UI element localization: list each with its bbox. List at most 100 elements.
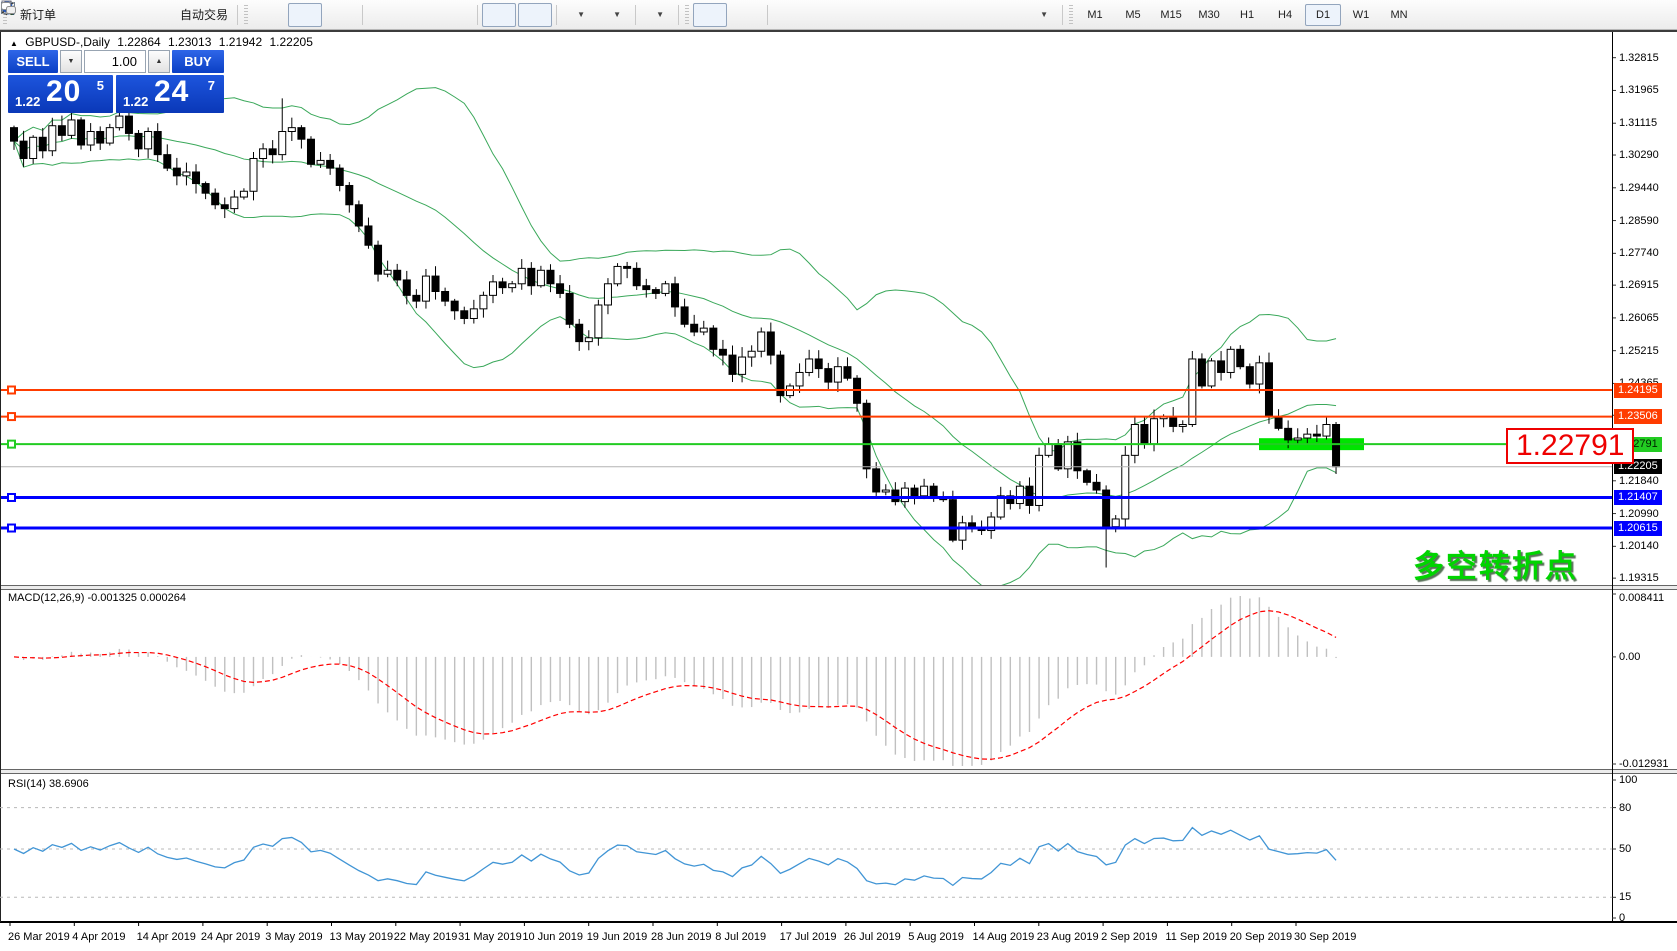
volume-decrease-button[interactable]: ▼ <box>60 50 82 73</box>
hline-price-badge[interactable]: 1.21407 <box>1614 490 1662 505</box>
rsi-axis-tick: 80 <box>1619 802 1631 814</box>
line-chart-button[interactable] <box>324 3 358 27</box>
mt4-terminal: 新订单 自动交易 ▼ ▼ ▼ E F A T ▼ <box>0 0 1677 951</box>
arrows-button[interactable]: ▼ <box>1024 3 1058 27</box>
ohlc-low: 1.21942 <box>219 35 262 49</box>
collapse-icon[interactable]: ▲ <box>10 39 18 48</box>
date-axis-label: 22 May 2019 <box>394 931 458 943</box>
macd-axis-tick: 0.008411 <box>1619 592 1664 604</box>
text-button[interactable]: A <box>952 3 986 27</box>
price-axis-tick: 1.30290 <box>1619 149 1659 161</box>
date-axis-label: 8 Jul 2019 <box>715 931 766 943</box>
price-axis-tick: 1.20140 <box>1619 540 1659 552</box>
search-button[interactable] <box>1599 3 1633 27</box>
templates-button[interactable]: ▼ <box>640 3 674 27</box>
price-callout-label[interactable]: 1.22791 <box>1506 428 1634 464</box>
separator <box>362 5 363 25</box>
price-axis-tick: 1.29440 <box>1619 182 1659 194</box>
chinese-annotation-text[interactable]: 多空转折点 <box>1413 541 1578 586</box>
zoom-out-button[interactable] <box>403 3 437 27</box>
macd-indicator-label: MACD(12,26,9) -0.001325 0.000264 <box>8 592 186 604</box>
zoom-in-button[interactable] <box>367 3 401 27</box>
date-axis-label: 14 Apr 2019 <box>137 931 196 943</box>
rsi-indicator-label: RSI(14) 38.6906 <box>8 778 89 790</box>
price-axis-tick: 1.27740 <box>1619 247 1659 259</box>
ohlc-high: 1.23013 <box>168 35 211 49</box>
bar-chart-button[interactable] <box>252 3 286 27</box>
timeframe-button-h1[interactable]: H1 <box>1229 4 1265 26</box>
timeframe-button-w1[interactable]: W1 <box>1343 4 1379 26</box>
sell-price-box[interactable]: 1.22 20 5 <box>8 75 113 113</box>
price-axis-tick: 1.31115 <box>1619 117 1657 129</box>
rsi-axis-tick: 50 <box>1619 843 1631 855</box>
trendline-button[interactable] <box>844 3 878 27</box>
line-anchor[interactable] <box>8 525 15 532</box>
crosshair-button[interactable] <box>729 3 763 27</box>
toolbar-grip[interactable] <box>685 5 689 25</box>
toolbar-grip[interactable] <box>244 5 248 25</box>
price-axis-tick: 1.19315 <box>1619 572 1659 584</box>
candlestick-chart-button[interactable] <box>288 3 322 27</box>
macd-axis-tick: -0.012931 <box>1619 758 1669 770</box>
dropdown-arrow-icon: ▼ <box>1040 10 1048 19</box>
timeframe-button-m15[interactable]: M15 <box>1153 4 1189 26</box>
timeframe-button-m30[interactable]: M30 <box>1191 4 1227 26</box>
rsi-axis-tick: 0 <box>1619 912 1625 924</box>
date-axis-label: 3 May 2019 <box>265 931 322 943</box>
indicators-button[interactable]: ▼ <box>561 3 595 27</box>
horizontal-line-button[interactable] <box>808 3 842 27</box>
tile-windows-button[interactable] <box>439 3 473 27</box>
hline-price-badge[interactable]: 1.24195 <box>1614 383 1662 398</box>
one-click-trading-panel: SELL ▼ 1.00 ▲ BUY 1.22 20 5 1.22 24 7 <box>8 50 224 113</box>
chat-button[interactable] <box>1635 3 1669 27</box>
sell-price-big: 20 <box>46 75 81 109</box>
line-anchor[interactable] <box>8 494 15 501</box>
date-axis-label: 11 Sep 2019 <box>1165 931 1227 943</box>
periods-button[interactable]: ▼ <box>597 3 631 27</box>
date-axis-label: 17 Jul 2019 <box>780 931 837 943</box>
equidistant-channel-button[interactable]: E <box>880 3 914 27</box>
macd-signal-line <box>14 611 1336 760</box>
alerts-button[interactable] <box>135 3 169 27</box>
date-axis-label: 26 Jul 2019 <box>844 931 901 943</box>
price-axis-tick: 1.20990 <box>1619 508 1659 520</box>
buy-button[interactable]: BUY <box>172 50 224 73</box>
volume-input[interactable]: 1.00 <box>84 50 146 73</box>
separator <box>556 5 557 25</box>
sell-button[interactable]: SELL <box>8 50 58 73</box>
date-axis-label: 10 Jun 2019 <box>522 931 583 943</box>
hline-price-badge[interactable]: 1.20615 <box>1614 521 1662 536</box>
new-order-button[interactable]: 新订单 <box>11 3 61 27</box>
text-label-button[interactable]: T <box>988 3 1022 27</box>
buy-price-pip: 7 <box>208 78 215 93</box>
date-axis-label: 19 Jun 2019 <box>587 931 648 943</box>
chart-canvas[interactable] <box>0 0 1677 951</box>
fibonacci-button[interactable]: F <box>916 3 950 27</box>
volume-increase-button[interactable]: ▲ <box>148 50 170 73</box>
cursor-button[interactable] <box>693 3 727 27</box>
auto-scroll-button[interactable] <box>482 3 516 27</box>
toolbar-grip[interactable] <box>1069 5 1073 25</box>
charts-button[interactable] <box>99 3 133 27</box>
rsi-axis-tick: 15 <box>1619 891 1631 903</box>
separator <box>635 5 636 25</box>
timeframe-button-mn[interactable]: MN <box>1381 4 1417 26</box>
line-anchor[interactable] <box>8 413 15 420</box>
line-anchor[interactable] <box>8 441 15 448</box>
autotrading-button[interactable]: 自动交易 <box>171 3 233 27</box>
buy-price-box[interactable]: 1.22 24 7 <box>116 75 224 113</box>
buy-price-big: 24 <box>154 75 189 109</box>
timeframe-button-d1[interactable]: D1 <box>1305 4 1341 26</box>
separator <box>678 5 679 25</box>
dropdown-arrow-icon: ▼ <box>577 10 585 19</box>
chart-shift-button[interactable] <box>518 3 552 27</box>
timeframe-button-m5[interactable]: M5 <box>1115 4 1151 26</box>
line-anchor[interactable] <box>8 387 15 394</box>
timeframe-button-m1[interactable]: M1 <box>1077 4 1113 26</box>
hline-price-badge[interactable]: 1.23506 <box>1614 409 1662 424</box>
buy-price-prefix: 1.22 <box>123 94 148 109</box>
timeframe-button-h4[interactable]: H4 <box>1267 4 1303 26</box>
profiles-button[interactable] <box>63 3 97 27</box>
vertical-line-button[interactable] <box>772 3 806 27</box>
price-axis-tick: 1.25215 <box>1619 345 1659 357</box>
